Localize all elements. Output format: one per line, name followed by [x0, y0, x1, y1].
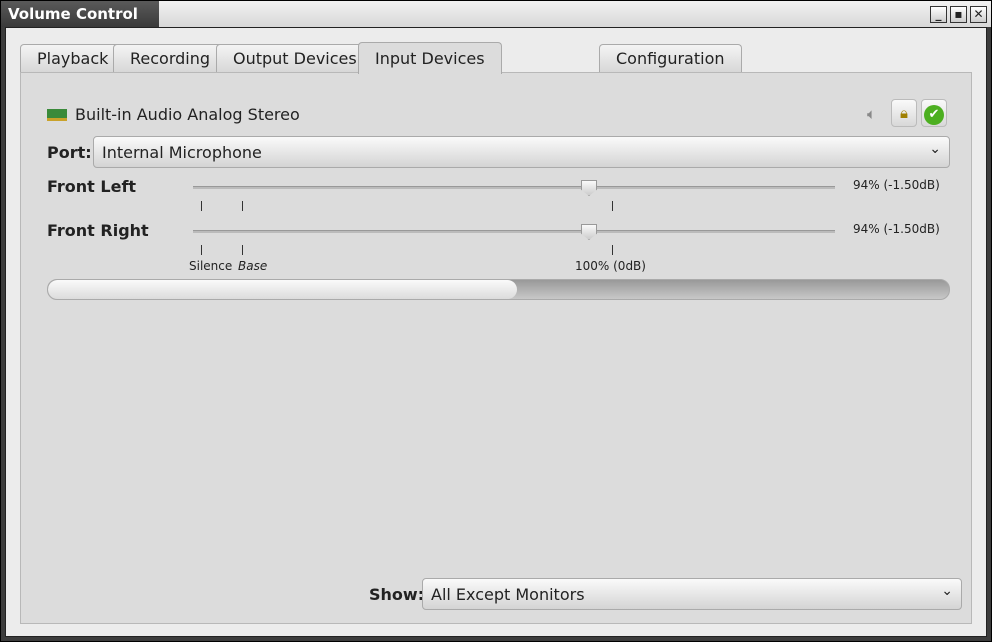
show-value: All Except Monitors: [431, 585, 585, 604]
mute-speaker-icon[interactable]: 🔈︎: [867, 105, 876, 123]
show-label: Show:: [369, 585, 425, 604]
channel-value: 94% (-1.50dB): [853, 178, 940, 192]
port-select[interactable]: Internal Microphone ⌄: [93, 136, 950, 168]
front-right-slider-handle[interactable]: [581, 224, 597, 240]
client-area: Playback Recording Output Devices Config…: [5, 27, 987, 637]
full-mark: 100% (0dB): [575, 259, 646, 273]
device-name: Built-in Audio Analog Stereo: [75, 105, 300, 124]
close-button[interactable]: ✕: [970, 6, 987, 23]
port-value: Internal Microphone: [102, 143, 262, 162]
front-left-slider-handle[interactable]: [581, 180, 597, 196]
full-tick: [612, 245, 613, 255]
chevron-down-icon: ⌄: [929, 141, 941, 157]
port-label: Port:: [47, 143, 92, 162]
lock-channels-button[interactable]: 🔒︎: [891, 99, 917, 127]
silence-mark: Silence: [189, 259, 233, 273]
tab-configuration[interactable]: Configuration: [599, 44, 742, 73]
tab-input-devices[interactable]: Input Devices: [358, 42, 502, 74]
front-left-slider[interactable]: [193, 186, 835, 189]
tab-output-devices[interactable]: Output Devices: [216, 44, 374, 73]
tab-recording[interactable]: Recording: [113, 44, 228, 73]
input-devices-panel: Built-in Audio Analog Stereo 🔈︎ 🔒︎ ✔ Por…: [20, 72, 972, 624]
full-tick: [612, 201, 613, 211]
title-bar[interactable]: Volume Control _ ▪ ✕: [1, 1, 991, 27]
channel-label: Front Left: [47, 177, 137, 196]
channel-value: 94% (-1.50dB): [853, 222, 940, 236]
base-mark: Base: [238, 259, 268, 273]
base-tick: [242, 201, 243, 211]
peak-level-meter: [47, 279, 950, 300]
chevron-down-icon: ⌄: [941, 583, 953, 599]
silence-tick: [201, 201, 202, 211]
silence-tick: [201, 245, 202, 255]
set-default-button[interactable]: ✔: [921, 99, 947, 127]
sound-card-icon: [47, 109, 67, 121]
show-select[interactable]: All Except Monitors ⌄: [422, 578, 962, 610]
check-icon: ✔: [924, 105, 944, 125]
maximize-button[interactable]: ▪: [950, 6, 967, 23]
front-right-slider[interactable]: [193, 230, 835, 233]
tab-playback[interactable]: Playback: [20, 44, 126, 73]
lock-icon: 🔒︎: [900, 104, 908, 122]
window-title: Volume Control: [1, 1, 159, 27]
base-tick: [242, 245, 243, 255]
window: Volume Control _ ▪ ✕ Playback Recording …: [0, 0, 992, 642]
channel-label: Front Right: [47, 221, 149, 240]
minimize-button[interactable]: _: [930, 6, 947, 23]
peak-level-fill: [48, 280, 517, 299]
